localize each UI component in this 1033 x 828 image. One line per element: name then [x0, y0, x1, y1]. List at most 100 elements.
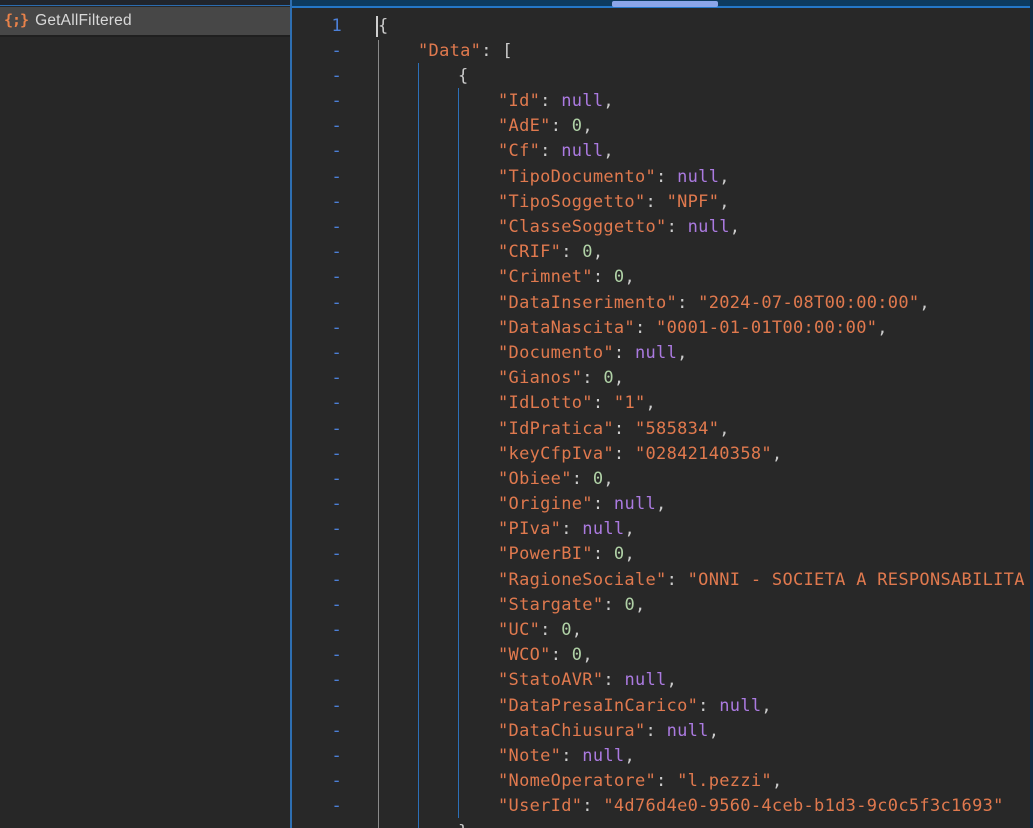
token-punct: : [561, 242, 582, 262]
panel-resize-sash[interactable] [290, 0, 292, 828]
code-line[interactable]: -"AdE": 0, [292, 114, 1033, 139]
token-punct: , [719, 192, 730, 212]
code-line[interactable]: -"DataNascita": "0001-01-01T00:00:00", [292, 316, 1033, 341]
code-line[interactable]: -"PIva": null, [292, 517, 1033, 542]
editor-top-scroll-track [292, 0, 1033, 8]
token-key: "Stargate" [498, 595, 603, 615]
token-num: 0 [572, 645, 583, 665]
json-icon: {;} [4, 11, 28, 29]
gutter-line-number: - [292, 568, 378, 593]
token-key: "AdE" [498, 116, 551, 136]
token-punct: , [603, 141, 614, 161]
gutter-line-number: - [292, 542, 378, 567]
gutter-line-number: - [292, 694, 378, 719]
token-key: "Gianos" [498, 368, 582, 388]
gutter-line-number: - [292, 769, 378, 794]
code-line[interactable]: -"UC": 0, [292, 618, 1033, 643]
gutter-line-number: - [292, 64, 378, 89]
token-punct: , [646, 393, 657, 413]
token-punct: } [458, 822, 469, 828]
token-str: "02842140358" [635, 444, 772, 464]
code-line[interactable]: -"CRIF": 0, [292, 240, 1033, 265]
code-line[interactable]: -"keyCfpIva": "02842140358", [292, 442, 1033, 467]
token-kw: null [561, 141, 603, 161]
gutter-line-number: - [292, 114, 378, 139]
token-punct: : [593, 267, 614, 287]
gutter-line-number: - [292, 190, 378, 215]
code-text: "Documento": null, [378, 341, 688, 366]
token-kw: null [677, 167, 719, 187]
code-line[interactable]: -"IdLotto": "1", [292, 391, 1033, 416]
code-line[interactable]: -"StatoAVR": null, [292, 668, 1033, 693]
code-text: "DataNascita": "0001-01-01T00:00:00", [378, 316, 888, 341]
token-kw: null [561, 91, 603, 111]
token-punct: : [635, 318, 656, 338]
code-line[interactable]: -"Crimnet": 0, [292, 265, 1033, 290]
token-str: "1" [614, 393, 646, 413]
code-text: "DataPresaInCarico": null, [378, 694, 772, 719]
code-line[interactable]: -"Id": null, [292, 89, 1033, 114]
code-line[interactable]: -"RagioneSociale": "ONNI - SOCIETA A RES… [292, 568, 1033, 593]
token-key: "StatoAVR" [498, 670, 603, 690]
token-kw: null [614, 494, 656, 514]
token-punct: : [667, 570, 688, 590]
token-punct: : [667, 217, 688, 237]
token-key: "PowerBI" [498, 544, 593, 564]
code-line[interactable]: -"Gianos": 0, [292, 366, 1033, 391]
gutter-line-number: - [292, 165, 378, 190]
token-key: "IdPratica" [498, 419, 614, 439]
code-line[interactable]: -"Documento": null, [292, 341, 1033, 366]
code-line[interactable]: -"ClasseSoggetto": null, [292, 215, 1033, 240]
token-str: "NPF" [667, 192, 720, 212]
code-line[interactable]: -"PowerBI": 0, [292, 542, 1033, 567]
gutter-line-number: - [292, 366, 378, 391]
token-punct: , [582, 645, 593, 665]
token-key: "DataPresaInCarico" [498, 696, 698, 716]
token-key: "Data" [418, 41, 481, 61]
code-text: "PowerBI": 0, [378, 542, 635, 567]
code-line[interactable]: -"Data": [ [292, 39, 1033, 64]
code-line[interactable]: -{ [292, 64, 1033, 89]
code-line[interactable]: -"DataChiusura": null, [292, 719, 1033, 744]
code-line[interactable]: -} [292, 820, 1033, 828]
code-line[interactable]: -"Obiee": 0, [292, 467, 1033, 492]
token-key: "DataChiusura" [498, 721, 646, 741]
code-line[interactable]: -"DataInserimento": "2024-07-08T00:00:00… [292, 291, 1033, 316]
gutter-line-number: - [292, 139, 378, 164]
gutter-line-number: - [292, 643, 378, 668]
code-line[interactable]: -"Stargate": 0, [292, 593, 1033, 618]
token-punct: , [603, 469, 614, 489]
code-text: "WCO": 0, [378, 643, 593, 668]
code-text: "Data": [ [378, 39, 513, 64]
code-line[interactable]: -"DataPresaInCarico": null, [292, 694, 1033, 719]
horizontal-scrollbar-thumb[interactable] [612, 1, 718, 7]
token-key: "UserId" [498, 796, 582, 816]
gutter-line-number: - [292, 39, 378, 64]
gutter-line-number: - [292, 794, 378, 819]
code-line[interactable]: -"IdPratica": "585834", [292, 417, 1033, 442]
gutter-line-number: - [292, 517, 378, 542]
token-key: "RagioneSociale" [498, 570, 667, 590]
gutter-line-number: - [292, 391, 378, 416]
code-line[interactable]: -"NomeOperatore": "l.pezzi", [292, 769, 1033, 794]
gutter-line-number: - [292, 341, 378, 366]
gutter-line-number: - [292, 89, 378, 114]
code-line[interactable]: -"UserId": "4d76d4e0-9560-4ceb-b1d3-9c0c… [292, 794, 1033, 819]
code-line[interactable]: -"Cf": null, [292, 139, 1033, 164]
token-num: 0 [614, 544, 625, 564]
token-key: "Cf" [498, 141, 540, 161]
code-line[interactable]: -"TipoDocumento": null, [292, 165, 1033, 190]
code-line[interactable]: -"WCO": 0, [292, 643, 1033, 668]
gutter-line-number: - [292, 417, 378, 442]
code-line[interactable]: -"TipoSoggetto": "NPF", [292, 190, 1033, 215]
code-line[interactable]: -"Note": null, [292, 744, 1033, 769]
token-punct: : [603, 670, 624, 690]
gutter-line-number: - [292, 467, 378, 492]
tab-getallfiltered[interactable]: {;} GetAllFiltered [0, 7, 290, 35]
token-num: 0 [561, 620, 572, 640]
code-line[interactable]: 1{ [292, 14, 1033, 39]
code-text: "AdE": 0, [378, 114, 593, 139]
code-line[interactable]: -"Origine": null, [292, 492, 1033, 517]
code-area[interactable]: 1{-"Data": [-{-"Id": null,-"AdE": 0,-"Cf… [292, 8, 1033, 828]
token-num: 0 [593, 469, 604, 489]
